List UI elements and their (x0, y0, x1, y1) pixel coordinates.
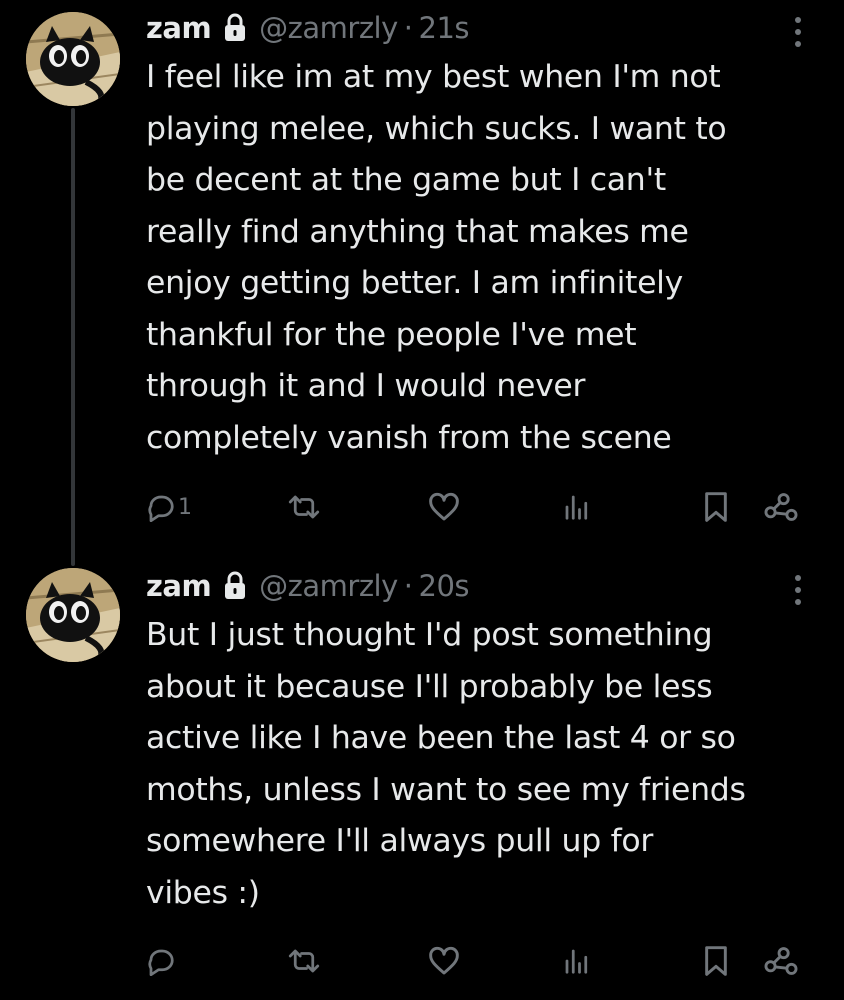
bookmark-button[interactable] (702, 484, 730, 530)
bookmark-icon (705, 492, 727, 522)
reply-icon (148, 495, 174, 522)
lock-icon (225, 571, 246, 599)
heart-icon (429, 492, 459, 521)
action-bar (0, 938, 844, 984)
share-icon (764, 493, 798, 521)
tweet-text: I feel like im at my best when I'm not p… (146, 59, 727, 456)
timestamp[interactable]: 20s (419, 569, 470, 603)
reply-button[interactable] (146, 938, 178, 984)
like-button[interactable] (428, 484, 462, 530)
share-icon (764, 947, 798, 975)
heart-icon (429, 946, 459, 975)
avatar-image (26, 12, 120, 106)
bookmark-icon (705, 946, 727, 976)
retweet-icon (288, 949, 320, 973)
retweet-button[interactable] (286, 484, 324, 530)
separator-dot: · (403, 11, 413, 45)
retweet-button[interactable] (286, 938, 324, 984)
timestamp[interactable]: 21s (419, 11, 470, 45)
separator-dot: · (403, 569, 413, 603)
action-bar: 1 (0, 484, 844, 530)
reply-button[interactable]: 1 (146, 484, 192, 530)
more-vertical-icon[interactable] (786, 572, 810, 612)
avatar-image (26, 568, 120, 662)
share-button[interactable] (764, 938, 798, 984)
avatar[interactable] (26, 12, 120, 106)
views-icon (565, 495, 588, 520)
views-button[interactable] (562, 938, 592, 984)
tweet-text: But I just thought I'd post something ab… (146, 617, 746, 911)
views-button[interactable] (562, 484, 592, 530)
display-name[interactable]: zam (146, 569, 212, 603)
display-name[interactable]: zam (146, 11, 212, 45)
reply-icon (148, 949, 174, 976)
more-vertical-icon[interactable] (786, 14, 810, 54)
share-button[interactable] (764, 484, 798, 530)
like-button[interactable] (428, 938, 462, 984)
views-icon (565, 949, 588, 974)
bookmark-button[interactable] (702, 938, 730, 984)
avatar[interactable] (26, 568, 120, 662)
reply-count: 1 (178, 494, 192, 520)
retweet-icon (288, 495, 320, 519)
handle[interactable]: @zamrzly (259, 569, 398, 603)
handle[interactable]: @zamrzly (259, 11, 398, 45)
lock-icon (225, 13, 246, 41)
